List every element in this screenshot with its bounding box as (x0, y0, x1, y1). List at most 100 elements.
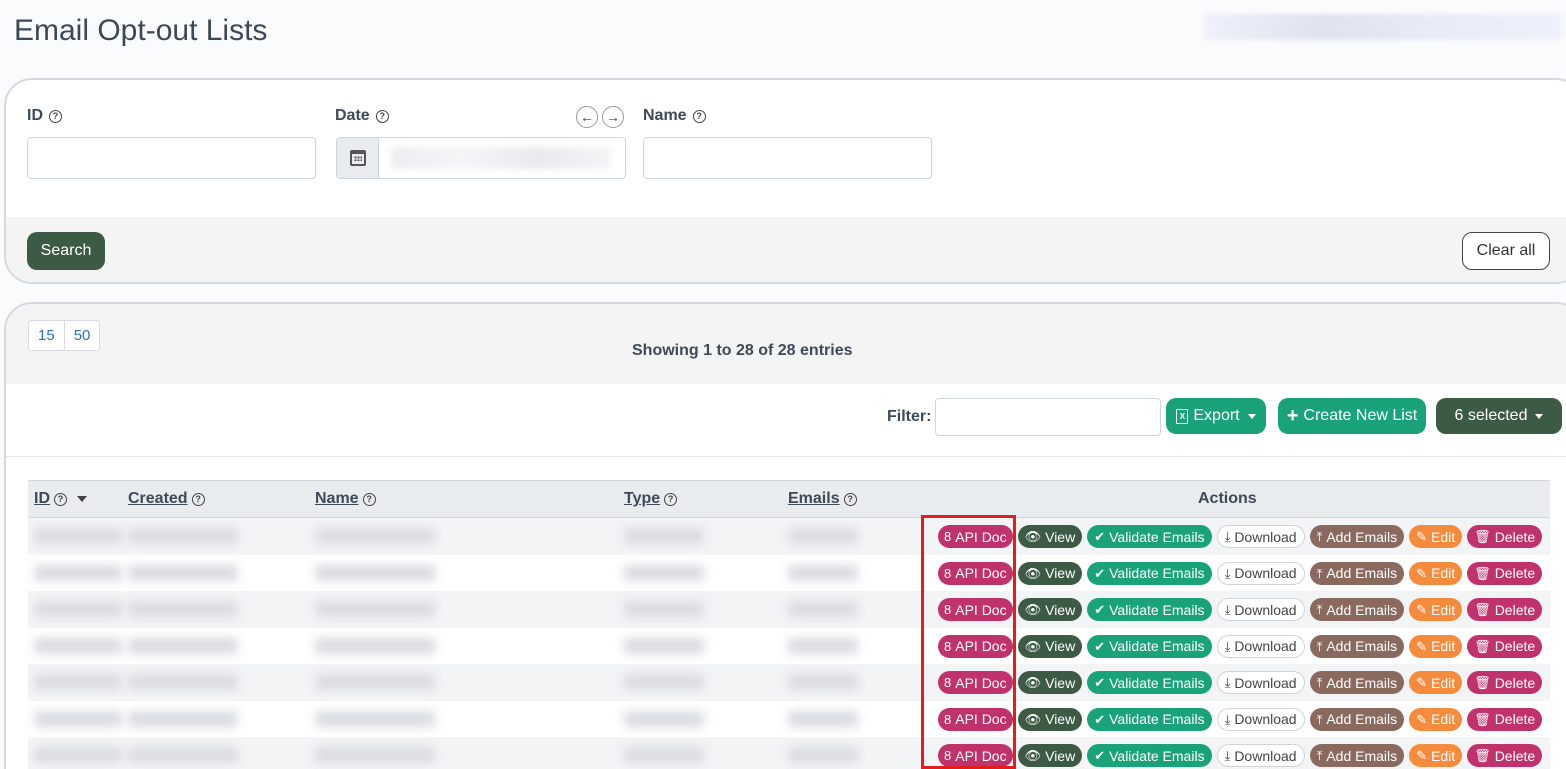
eye-icon: 👁 (1024, 748, 1042, 763)
edit-button[interactable]: ✎ Edit (1409, 634, 1463, 658)
add-emails-button[interactable]: ⤒ Add Emails (1309, 598, 1405, 621)
calendar-button[interactable] (337, 138, 379, 178)
delete-button[interactable]: 🗑 Delete (1467, 634, 1543, 658)
view-button[interactable]: 👁 View (1017, 525, 1083, 548)
validate-button[interactable]: ✔ Validate Emails (1087, 707, 1212, 731)
view-button[interactable]: 👁 View (1017, 598, 1083, 621)
name-input[interactable] (643, 137, 932, 179)
add-emails-button[interactable]: ⤒ Add Emails (1309, 561, 1405, 585)
view-button[interactable]: 👁 View (1017, 707, 1083, 731)
table-row: 8 API Doc 👁 View ✔ Validate Emails ⤓ Download ⤒ A… (28, 554, 1550, 591)
view-button[interactable]: 👁 View (1017, 561, 1083, 585)
help-icon[interactable]: ? (375, 109, 389, 123)
row-actions: 8 API Doc 👁 View ✔ Validate Emails ⤓ Download ⤒ A… (938, 744, 1543, 767)
column-id[interactable]: ID ? (34, 490, 87, 508)
api-doc-button[interactable]: 8 API Doc (938, 744, 1013, 767)
download-button[interactable]: ⤓ Download (1216, 671, 1305, 694)
validate-button[interactable]: ✔ Validate Emails (1087, 671, 1212, 694)
validate-button[interactable]: ✔ Validate Emails (1087, 744, 1212, 767)
api-doc-icon: 8 (944, 529, 952, 544)
column-created[interactable]: Created ? (128, 490, 205, 508)
selected-columns-button[interactable]: 6 selected (1436, 398, 1562, 434)
date-prev-button[interactable]: ← (576, 106, 598, 128)
view-button[interactable]: 👁 View (1017, 634, 1083, 658)
delete-button[interactable]: 🗑 Delete (1467, 707, 1543, 731)
validate-button[interactable]: ✔ Validate Emails (1087, 561, 1212, 585)
caret-down-icon (1247, 413, 1256, 419)
edit-icon: ✎ (1416, 638, 1428, 654)
redacted-cell (34, 674, 122, 690)
check-icon: ✔ (1094, 565, 1106, 581)
add-emails-button[interactable]: ⤒ Add Emails (1309, 744, 1405, 767)
add-emails-button[interactable]: ⤒ Add Emails (1309, 634, 1405, 658)
redacted-cell (34, 747, 122, 763)
help-icon[interactable]: ? (49, 109, 62, 123)
sort-desc-icon (77, 496, 87, 502)
delete-button[interactable]: 🗑 Delete (1467, 671, 1543, 694)
redacted-cell (34, 601, 122, 617)
check-icon: ✔ (1094, 638, 1106, 654)
date-range-field[interactable] (336, 137, 626, 179)
help-icon[interactable]: ? (664, 492, 678, 506)
add-emails-button[interactable]: ⤒ Add Emails (1309, 707, 1405, 731)
date-next-button[interactable]: → (602, 106, 624, 128)
delete-button[interactable]: 🗑 Delete (1467, 525, 1543, 548)
help-icon[interactable]: ? (843, 492, 857, 506)
page-size-15[interactable]: 15 (29, 321, 64, 350)
api-doc-button[interactable]: 8 API Doc (938, 561, 1013, 585)
download-button[interactable]: ⤓ Download (1216, 707, 1305, 731)
add-emails-button[interactable]: ⤒ Add Emails (1309, 525, 1405, 548)
help-icon[interactable]: ? (54, 492, 67, 506)
download-button[interactable]: ⤓ Download (1216, 634, 1305, 658)
edit-button[interactable]: ✎ Edit (1409, 707, 1463, 731)
delete-button[interactable]: 🗑 Delete (1467, 598, 1543, 621)
edit-button[interactable]: ✎ Edit (1409, 598, 1463, 621)
add-emails-button[interactable]: ⤒ Add Emails (1309, 671, 1405, 694)
download-button[interactable]: ⤓ Download (1216, 744, 1305, 767)
edit-icon: ✎ (1416, 529, 1428, 544)
id-input[interactable] (27, 137, 316, 179)
view-button[interactable]: 👁 View (1017, 744, 1083, 767)
export-button[interactable]: X Export (1166, 398, 1266, 434)
help-icon[interactable]: ? (191, 492, 205, 506)
help-icon[interactable]: ? (362, 492, 376, 506)
redacted-cell (128, 747, 238, 763)
api-doc-button[interactable]: 8 API Doc (938, 525, 1013, 548)
delete-button[interactable]: 🗑 Delete (1467, 744, 1543, 767)
row-actions: 8 API Doc 👁 View ✔ Validate Emails ⤓ Download ⤒ A… (938, 525, 1543, 548)
redacted-cell (624, 564, 704, 581)
create-new-list-button[interactable]: + Create New List (1278, 398, 1426, 434)
edit-button[interactable]: ✎ Edit (1409, 525, 1463, 548)
validate-button[interactable]: ✔ Validate Emails (1087, 598, 1212, 621)
clear-all-button[interactable]: Clear all (1462, 232, 1550, 270)
redacted-cell (624, 601, 704, 617)
edit-button[interactable]: ✎ Edit (1409, 561, 1463, 585)
table-row: 8 API Doc 👁 View ✔ Validate Emails ⤓ Download ⤒ A… (28, 700, 1550, 737)
api-doc-button[interactable]: 8 API Doc (938, 598, 1013, 621)
validate-button[interactable]: ✔ Validate Emails (1087, 634, 1212, 658)
edit-button[interactable]: ✎ Edit (1409, 744, 1463, 767)
row-actions: 8 API Doc 👁 View ✔ Validate Emails ⤓ Download ⤒ A… (938, 561, 1543, 585)
column-type[interactable]: Type ? (624, 490, 678, 508)
excel-icon: X (1176, 408, 1189, 424)
download-button[interactable]: ⤓ Download (1216, 525, 1305, 548)
api-doc-button[interactable]: 8 API Doc (938, 671, 1013, 694)
api-doc-button[interactable]: 8 API Doc (938, 707, 1013, 731)
view-button[interactable]: 👁 View (1017, 671, 1083, 694)
column-name[interactable]: Name ? (315, 490, 376, 508)
search-button[interactable]: Search (27, 232, 105, 270)
download-button[interactable]: ⤓ Download (1216, 598, 1305, 621)
validate-button[interactable]: ✔ Validate Emails (1087, 525, 1212, 548)
download-icon: ⤓ (1224, 675, 1231, 690)
edit-icon: ✎ (1416, 565, 1428, 581)
delete-button[interactable]: 🗑 Delete (1467, 561, 1543, 585)
edit-icon: ✎ (1416, 675, 1428, 690)
download-button[interactable]: ⤓ Download (1216, 561, 1305, 585)
page-size-50[interactable]: 50 (63, 321, 100, 350)
help-icon[interactable]: ? (692, 109, 706, 123)
edit-button[interactable]: ✎ Edit (1409, 671, 1463, 694)
column-emails[interactable]: Emails ? (788, 490, 857, 508)
user-menu-redacted[interactable] (1204, 14, 1562, 40)
api-doc-button[interactable]: 8 API Doc (938, 634, 1013, 658)
filter-input[interactable] (935, 398, 1161, 436)
